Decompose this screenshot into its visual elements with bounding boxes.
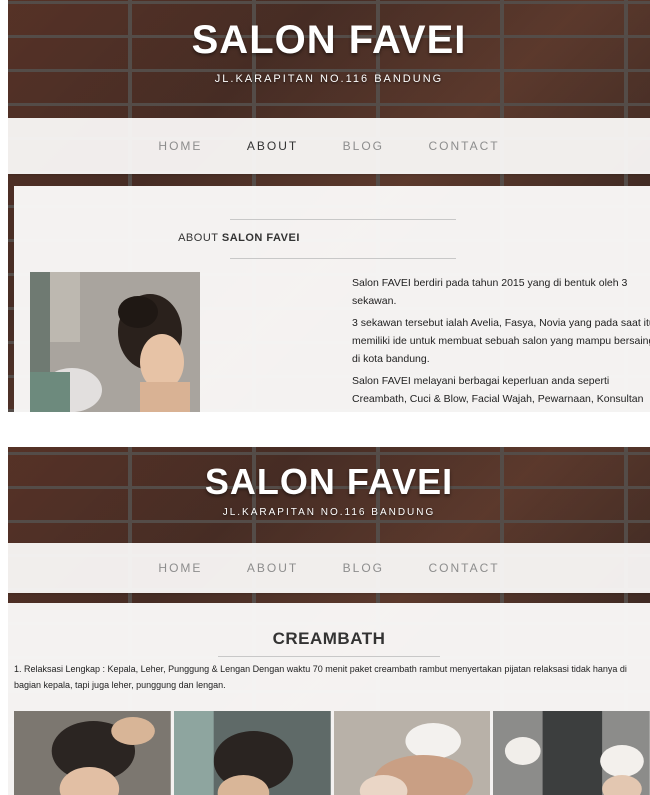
creambath-photo: [333, 711, 491, 795]
site-title[interactable]: SALON FAVEI: [8, 0, 650, 63]
nav-home[interactable]: HOME: [158, 118, 202, 174]
about-heading-prefix: ABOUT: [178, 232, 219, 244]
content-panel: ABOUT SALON FAVEI Salon FAVEI berdiri pa…: [14, 186, 650, 412]
creambath-page-screenshot: SALON FAVEI JL.KARAPITAN NO.116 BANDUNG …: [8, 447, 650, 795]
site-address: JL.KARAPITAN NO.116 BANDUNG: [214, 73, 444, 85]
about-paragraph: 3 sekawan tersebut ialah Avelia, Fasya, …: [352, 317, 650, 365]
nav-contact[interactable]: CONTACT: [428, 118, 499, 174]
site-title[interactable]: SALON FAVEI: [8, 447, 650, 503]
content-panel: CREAMBATH 1. Relaksasi Lengkap : Kepala,…: [8, 603, 650, 795]
about-paragraph: Salon FAVEI berdiri pada tahun 2015 yang…: [352, 277, 628, 307]
nav-home[interactable]: HOME: [158, 543, 202, 593]
creambath-description: 1. Relaksasi Lengkap : Kepala, Leher, Pu…: [14, 664, 627, 690]
site-address: JL.KARAPITAN NO.116 BANDUNG: [222, 507, 436, 518]
about-description: Salon FAVEI berdiri pada tahun 2015 yang…: [352, 274, 650, 412]
about-heading: ABOUT SALON FAVEI: [14, 232, 464, 244]
nav-contact[interactable]: CONTACT: [428, 543, 499, 593]
nav-about[interactable]: ABOUT: [247, 118, 298, 174]
creambath-photo: [493, 711, 650, 795]
nav-blog[interactable]: BLOG: [343, 543, 384, 593]
creambath-photo: [173, 711, 331, 795]
heading-rule-bottom: [230, 258, 456, 259]
about-heading-bold: SALON FAVEI: [221, 232, 300, 244]
title-rule: [218, 656, 440, 657]
nav-about[interactable]: ABOUT: [247, 543, 298, 593]
creambath-photo: [14, 711, 171, 795]
creambath-gallery: [14, 711, 650, 795]
main-nav: HOME ABOUT BLOG CONTACT: [8, 543, 650, 593]
about-page-screenshot: SALON FAVEI JL.KARAPITAN NO.116 BANDUNG …: [8, 0, 650, 412]
heading-rule-top: [230, 219, 456, 220]
about-paragraph: Salon FAVEI melayani berbagai keperluan …: [352, 375, 644, 412]
creambath-title: CREAMBATH: [272, 629, 386, 648]
nav-blog[interactable]: BLOG: [343, 118, 384, 174]
salon-client-photo: [30, 272, 200, 412]
site-header: SALON FAVEI JL.KARAPITAN NO.116 BANDUNG: [8, 447, 650, 543]
main-nav: HOME ABOUT BLOG CONTACT: [8, 118, 650, 174]
site-header: SALON FAVEI JL.KARAPITAN NO.116 BANDUNG: [8, 0, 650, 118]
